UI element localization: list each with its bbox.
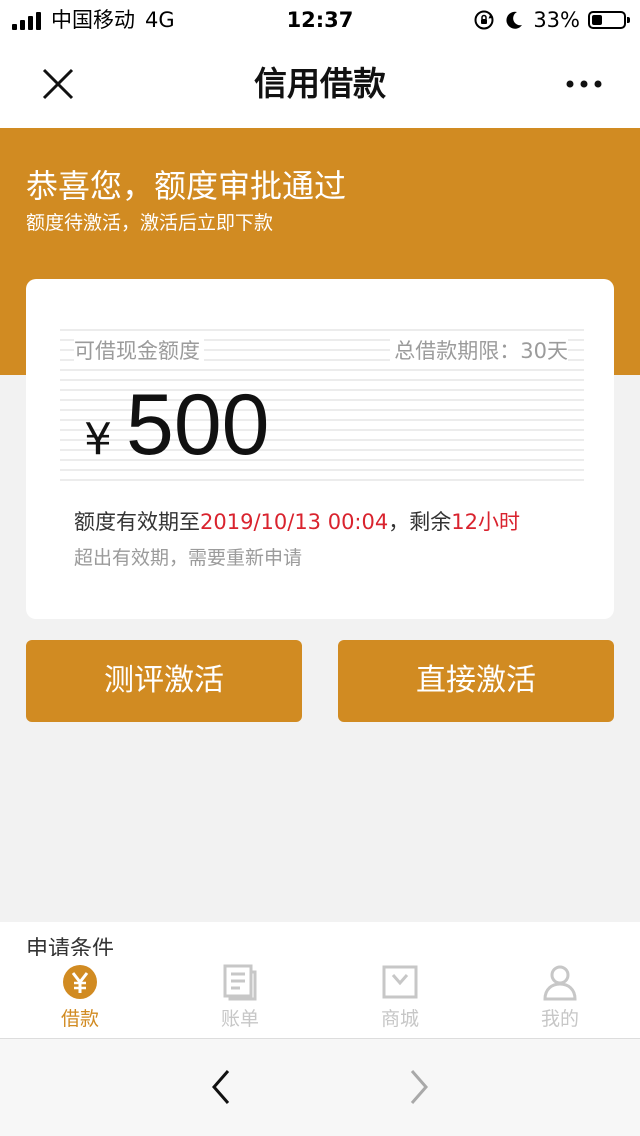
validity-date: 2019/10/13 00:04 bbox=[200, 510, 389, 534]
user-icon bbox=[543, 965, 577, 1001]
more-dots-icon bbox=[566, 80, 602, 88]
back-arrow-icon bbox=[212, 1070, 230, 1104]
tab-label: 我的 bbox=[540, 1008, 579, 1030]
tab-label: 借款 bbox=[60, 1008, 99, 1030]
tab-mall[interactable]: 商城 bbox=[320, 956, 480, 1038]
tab-label: 商城 bbox=[380, 1008, 419, 1030]
back-button[interactable] bbox=[200, 1065, 244, 1109]
nav-bar: 信用借款 bbox=[0, 40, 640, 128]
browser-toolbar bbox=[0, 1038, 640, 1136]
tab-label: 账单 bbox=[220, 1008, 259, 1030]
battery-icon bbox=[588, 11, 630, 29]
credit-limit-card: 可借现金额度 总借款期限：30天 ¥ 500 额度有效期至2019/10/13 … bbox=[26, 279, 614, 619]
remaining-time: 12小时 bbox=[451, 510, 520, 534]
forward-arrow-icon bbox=[410, 1070, 428, 1104]
status-bar: 中国移动 4G 12:37 33% bbox=[0, 0, 640, 40]
validity-text: 额度有效期至2019/10/13 00:04，剩余12小时 bbox=[74, 507, 520, 537]
banner-subtitle: 额度待激活，激活后立即下款 bbox=[26, 212, 274, 234]
status-right: 33% bbox=[473, 6, 630, 34]
limit-label: 可借现金额度 bbox=[74, 337, 204, 365]
apply-conditions-heading: 申请条件 bbox=[26, 937, 115, 956]
expiry-note: 超出有效期，需要重新申请 bbox=[74, 547, 303, 569]
yuan-coin-icon bbox=[63, 965, 97, 999]
page-title: 信用借款 bbox=[254, 64, 386, 103]
close-button[interactable] bbox=[36, 62, 80, 106]
forward-button[interactable] bbox=[396, 1065, 440, 1109]
validity-prefix: 额度有效期至 bbox=[74, 510, 200, 534]
shopping-bag-icon bbox=[382, 965, 418, 999]
banner-title: 恭喜您，额度审批通过 bbox=[26, 167, 347, 205]
tab-loan[interactable]: 借款 bbox=[0, 956, 160, 1038]
tab-bill[interactable]: 账单 bbox=[160, 956, 320, 1038]
loan-term: 总借款期限：30天 bbox=[390, 337, 568, 365]
close-icon bbox=[42, 68, 74, 100]
limit-amount: ¥ 500 bbox=[84, 377, 270, 473]
bill-icon bbox=[223, 964, 257, 1001]
validity-mid: ，剩余 bbox=[388, 510, 452, 534]
amount-value: 500 bbox=[126, 377, 270, 473]
tab-bar: 借款 账单 商城 我的 bbox=[0, 956, 640, 1038]
more-button[interactable] bbox=[560, 70, 610, 98]
rotation-lock-icon bbox=[474, 10, 494, 30]
tab-mine[interactable]: 我的 bbox=[480, 956, 640, 1038]
moon-icon bbox=[506, 11, 523, 29]
battery-fill bbox=[592, 15, 602, 25]
evaluate-activate-button[interactable]: 测评激活 bbox=[26, 640, 302, 722]
currency-symbol: ¥ bbox=[84, 414, 112, 465]
credit-loan-page: 中国移动 4G 12:37 33% 信用借款 恭喜您，额度审批通过 额度待激活，… bbox=[0, 0, 640, 1136]
direct-activate-button[interactable]: 直接激活 bbox=[338, 640, 614, 722]
battery-percent: 33% bbox=[533, 8, 580, 32]
